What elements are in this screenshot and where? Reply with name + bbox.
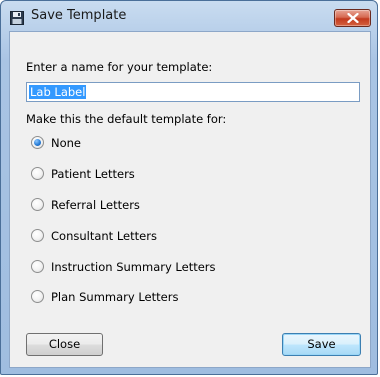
option-label: Instruction Summary Letters [51,260,216,274]
save-template-dialog: Save Template Enter a name for your temp… [0,0,378,375]
close-button[interactable]: Close [26,333,103,356]
close-icon [347,13,359,23]
default-template-label: Make this the default template for: [26,112,227,126]
save-button[interactable]: Save [282,333,361,356]
radio-referral-letters[interactable] [31,198,44,211]
option-label: Plan Summary Letters [51,290,179,304]
option-label: None [51,136,82,150]
radio-patient-letters[interactable] [31,167,44,180]
window-close-button[interactable] [334,9,371,27]
window-title: Save Template [31,8,127,23]
radio-plan-summary-letters[interactable] [31,290,44,303]
template-name-value: Lab Label [29,85,87,99]
name-label: Enter a name for your template: [26,60,213,74]
option-label: Consultant Letters [51,229,157,243]
template-name-input[interactable]: Lab Label [26,82,360,102]
dialog-body: Enter a name for your template: Lab Labe… [9,31,371,368]
option-label: Patient Letters [51,167,135,181]
radio-instruction-summary-letters[interactable] [31,260,44,273]
floppy-disk-icon [10,10,24,25]
title-bar[interactable]: Save Template [1,1,377,31]
radio-consultant-letters[interactable] [31,229,44,242]
radio-none[interactable] [31,136,44,149]
option-label: Referral Letters [51,198,140,212]
